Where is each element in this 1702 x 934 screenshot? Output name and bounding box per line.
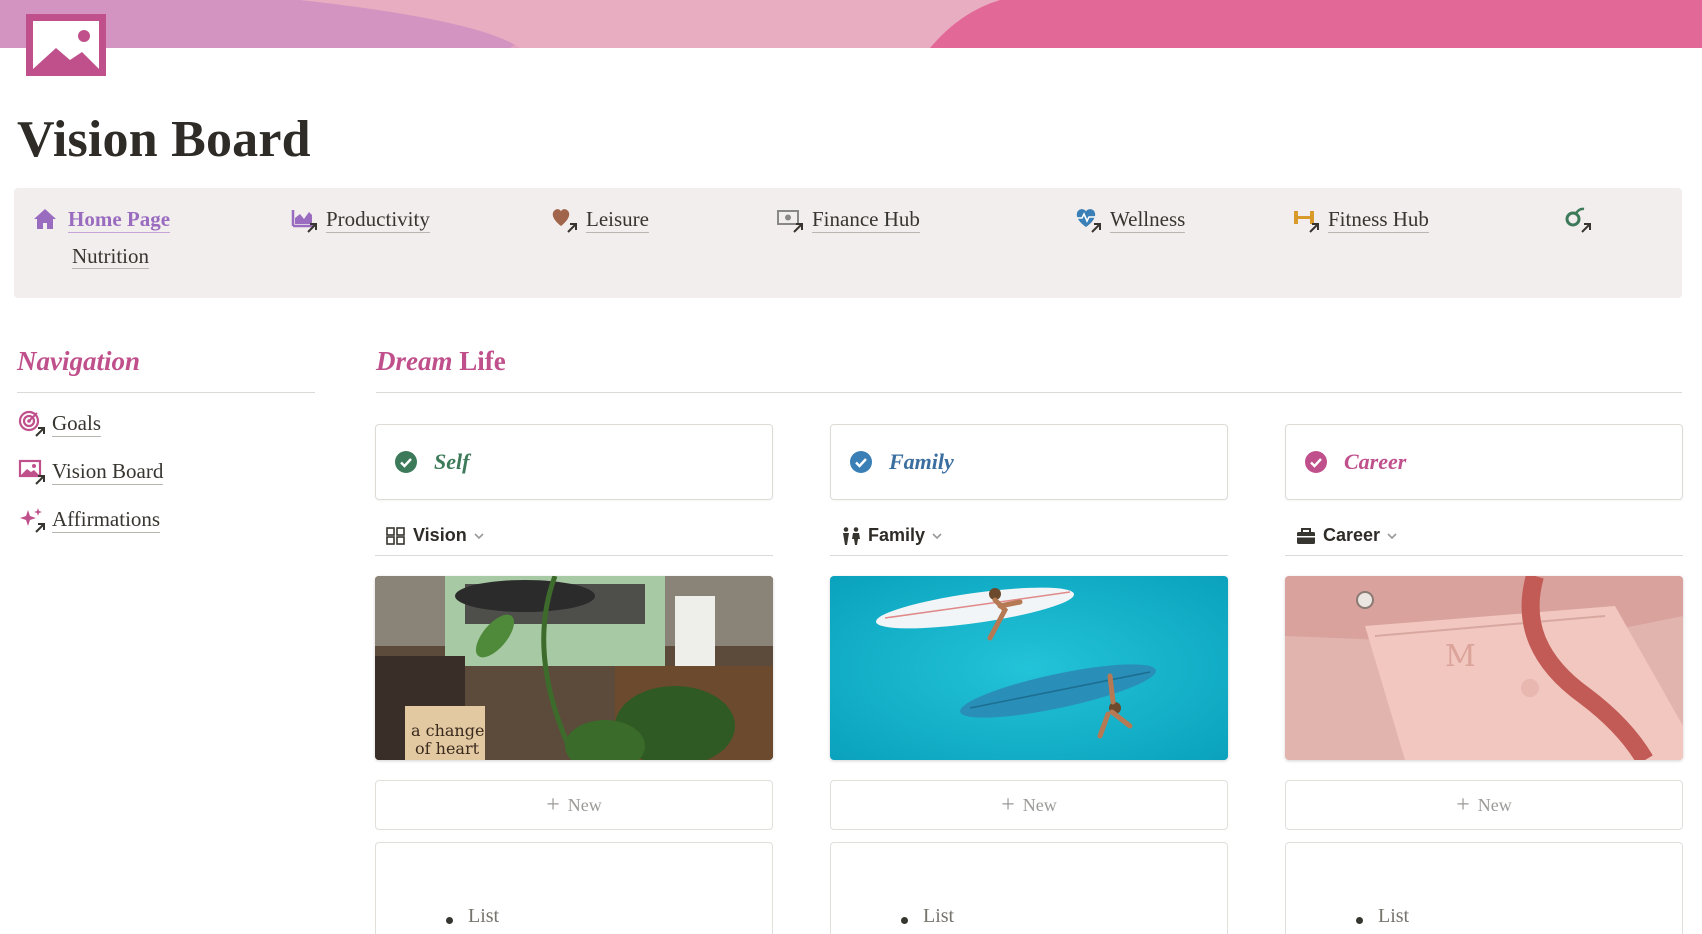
plus-icon: + bbox=[1001, 792, 1015, 818]
family-title: Family bbox=[889, 449, 954, 474]
view-tab-vision[interactable]: Vision bbox=[375, 516, 773, 556]
nav-link-apple[interactable] bbox=[1564, 206, 1600, 234]
self-list-card[interactable]: List bbox=[375, 842, 773, 934]
heart-pulse-icon bbox=[1074, 206, 1104, 234]
nav-link-wellness[interactable]: Wellness bbox=[1074, 206, 1186, 234]
house-icon bbox=[32, 206, 62, 234]
nav-link-productivity[interactable]: Productivity bbox=[290, 206, 430, 234]
self-new-button[interactable]: + New bbox=[375, 780, 773, 830]
career-list-card[interactable]: List bbox=[1285, 842, 1683, 934]
column-self: Self Vision a change of heart + New List bbox=[375, 424, 773, 934]
grid-icon bbox=[386, 526, 405, 545]
dream-life-divider bbox=[376, 392, 1682, 393]
sidebar-item-affirmations[interactable]: Affirmations bbox=[18, 506, 161, 534]
family-gallery-image[interactable] bbox=[830, 576, 1228, 760]
navigation-divider bbox=[17, 392, 315, 393]
column-career: Career Career M + New List bbox=[1285, 424, 1683, 934]
image-icon bbox=[18, 458, 48, 486]
nav-link-home-page[interactable]: Home Page bbox=[32, 206, 171, 234]
page-title: Vision Board bbox=[17, 111, 311, 168]
chevron-down-icon bbox=[932, 532, 942, 539]
dream-life-heading: Dream Life bbox=[376, 346, 506, 376]
navigation-heading: Navigation bbox=[17, 346, 141, 376]
top-navbar: Home Page Productivity Leisure Finance H… bbox=[14, 188, 1682, 298]
self-title: Self bbox=[434, 449, 470, 474]
career-header-card[interactable]: Career bbox=[1285, 424, 1683, 500]
chevron-down-icon bbox=[1387, 532, 1397, 539]
view-tab-career[interactable]: Career bbox=[1285, 516, 1683, 556]
check-circle-icon bbox=[850, 451, 872, 473]
family-new-button[interactable]: + New bbox=[830, 780, 1228, 830]
bullet bbox=[901, 917, 908, 924]
family-header-card[interactable]: Family bbox=[830, 424, 1228, 500]
chart-icon bbox=[290, 206, 320, 234]
self-gallery-image[interactable]: a change of heart bbox=[375, 576, 773, 760]
self-header-card[interactable]: Self bbox=[375, 424, 773, 500]
svg-text:a change: a change bbox=[411, 721, 484, 740]
plus-icon: + bbox=[546, 792, 560, 818]
check-circle-icon bbox=[1305, 451, 1327, 473]
apple-icon bbox=[1564, 206, 1594, 234]
nav-link-nutrition[interactable]: Nutrition bbox=[72, 244, 149, 270]
chevron-down-icon bbox=[474, 532, 484, 539]
career-new-button[interactable]: + New bbox=[1285, 780, 1683, 830]
view-tab-family[interactable]: Family bbox=[830, 516, 1228, 556]
cover-banner bbox=[0, 0, 1702, 48]
sidebar-item-vision-board[interactable]: Vision Board bbox=[18, 458, 164, 486]
family-list-card[interactable]: List bbox=[830, 842, 1228, 934]
svg-text:of heart: of heart bbox=[415, 739, 480, 758]
bullet bbox=[446, 917, 453, 924]
page-image-icon[interactable] bbox=[26, 14, 106, 76]
check-circle-icon bbox=[395, 451, 417, 473]
sidebar-item-goals[interactable]: Goals bbox=[18, 410, 101, 438]
nav-link-fitness-hub[interactable]: Fitness Hub bbox=[1292, 206, 1429, 234]
dumbbell-icon bbox=[1292, 206, 1322, 234]
people-icon bbox=[843, 526, 860, 545]
briefcase-icon bbox=[1297, 527, 1315, 544]
bullet bbox=[1356, 917, 1363, 924]
nav-link-finance-hub[interactable]: Finance Hub bbox=[776, 206, 920, 234]
career-gallery-image[interactable]: M bbox=[1285, 576, 1683, 760]
heart-icon bbox=[550, 206, 580, 234]
nav-link-leisure[interactable]: Leisure bbox=[550, 206, 649, 234]
target-icon bbox=[18, 410, 48, 438]
column-family: Family Family + New List bbox=[830, 424, 1228, 934]
svg-text:M: M bbox=[1445, 639, 1476, 674]
money-icon bbox=[776, 206, 806, 234]
sparkles-icon bbox=[18, 506, 48, 534]
career-title: Career bbox=[1344, 449, 1407, 474]
plus-icon: + bbox=[1456, 792, 1470, 818]
